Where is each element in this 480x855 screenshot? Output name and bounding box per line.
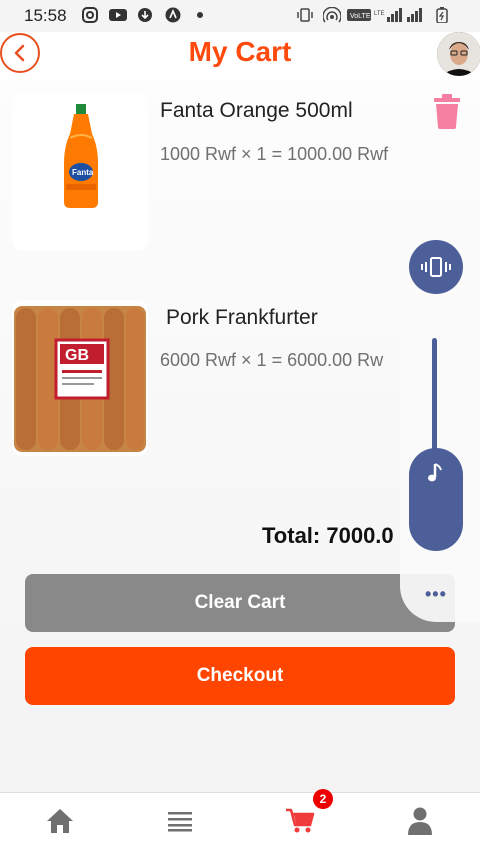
more-icon: ••• [425, 584, 447, 604]
nav-profile[interactable] [400, 801, 440, 841]
avatar[interactable] [437, 32, 480, 76]
svg-text:Fanta: Fanta [72, 168, 94, 177]
svg-text:LTE: LTE [374, 11, 385, 17]
bottom-navigation [0, 792, 480, 855]
volume-slider-track[interactable] [432, 338, 437, 456]
status-time: 15:58 [24, 6, 67, 25]
fanta-bottle-image: Fanta [12, 94, 148, 250]
product-image-fanta: Fanta [12, 94, 148, 250]
home-icon [47, 809, 73, 833]
download-icon [138, 8, 152, 22]
item-price-line: 1000 Rwf × 1 = 1000.00 Rwf [160, 144, 389, 164]
cart-icon [286, 808, 315, 833]
status-bar: 15:58 VoLTE LTE [0, 0, 480, 32]
dot-icon [197, 12, 203, 18]
checkout-button[interactable]: Checkout [25, 647, 455, 705]
media-volume-slider[interactable] [409, 448, 463, 551]
app-header: My Cart [0, 32, 480, 80]
music-note-icon [428, 463, 442, 482]
nav-list[interactable] [160, 801, 200, 841]
item-name: Pork Frankfurter [166, 306, 318, 329]
vibrate-mode-button[interactable] [409, 240, 463, 294]
vibrate-icon [421, 257, 451, 277]
youtube-icon [109, 9, 127, 21]
item-name: Fanta Orange 500ml [160, 99, 353, 122]
user-avatar-image [437, 32, 480, 76]
vibrate-icon [297, 8, 313, 22]
svg-text:VoLTE: VoLTE [350, 13, 371, 20]
nav-cart[interactable] [280, 801, 320, 841]
clear-cart-button[interactable]: Clear Cart [25, 574, 455, 632]
volte-icon: VoLTE LTE [347, 8, 422, 22]
frankfurter-pack-image: GB [12, 300, 148, 456]
cart-badge: 2 [313, 789, 333, 809]
page-title: My Cart [188, 36, 292, 67]
instagram-icon [82, 7, 98, 23]
hotspot-icon [323, 7, 341, 23]
trash-icon[interactable] [432, 93, 462, 129]
svg-text:GB: GB [65, 347, 89, 364]
item-price-line: 6000 Rwf × 1 = 6000.00 Rw [160, 350, 384, 370]
cart-total: Total: 7000.0 [262, 523, 394, 548]
profile-icon [408, 807, 432, 835]
product-image-frankfurter: GB [12, 300, 148, 456]
list-icon [168, 812, 192, 832]
nav-home[interactable] [40, 801, 80, 841]
app-icon [165, 7, 181, 23]
battery-icon [436, 7, 448, 23]
